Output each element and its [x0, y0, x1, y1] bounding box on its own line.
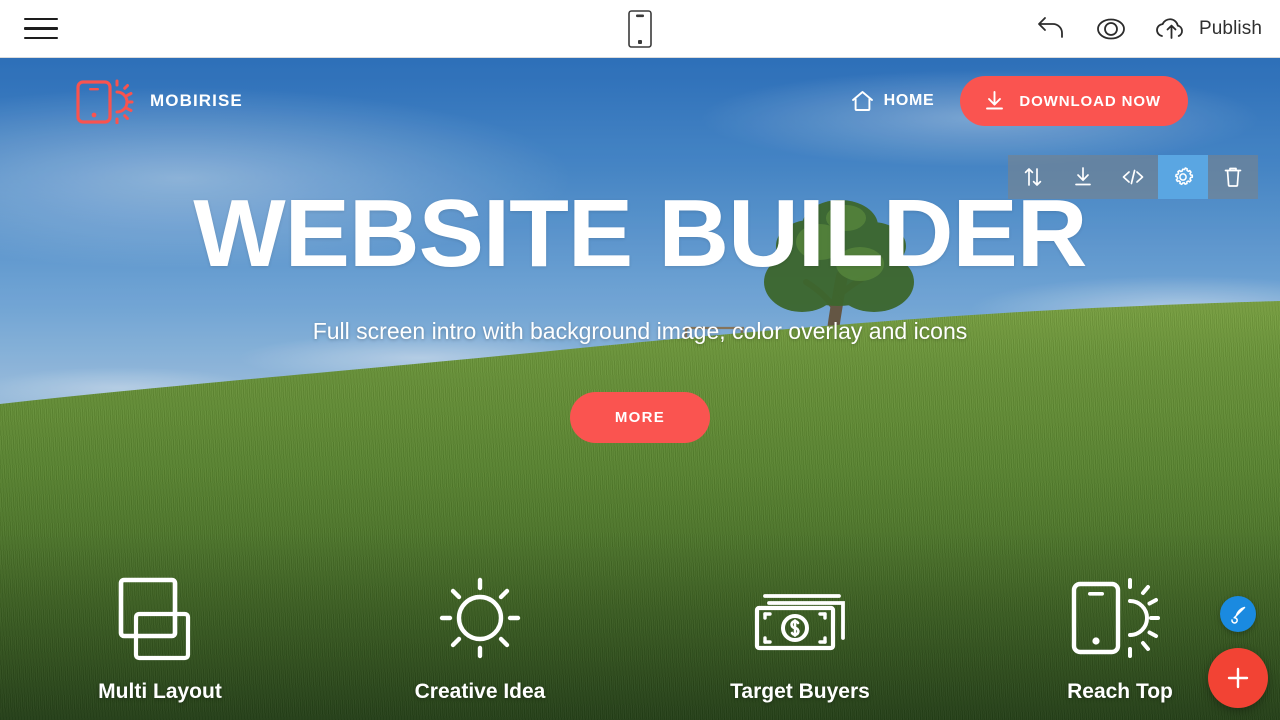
block-settings-button[interactable] [1158, 155, 1208, 199]
delete-block-button[interactable] [1208, 155, 1258, 199]
feature-list: Multi Layout Creative Idea Target Buyers… [0, 570, 1280, 704]
publish-label: Publish [1198, 18, 1262, 39]
hamburger-line [24, 17, 58, 21]
mobile-device-icon[interactable] [617, 6, 663, 52]
mobirise-phone-sun-icon [76, 79, 134, 124]
preview-button[interactable] [1092, 15, 1130, 43]
feature-multi-layout[interactable]: Multi Layout [0, 570, 320, 704]
stacked-squares-icon [110, 570, 210, 666]
feature-label: Creative Idea [414, 680, 546, 703]
up-down-arrows-icon [1024, 168, 1042, 186]
download-arrow-icon [986, 91, 1004, 110]
site-nav-links: HOME DOWNLOAD NOW [850, 76, 1188, 126]
style-editor-fab[interactable] [1220, 596, 1256, 632]
block-toolbar [1008, 155, 1258, 199]
edit-code-button[interactable] [1108, 155, 1158, 199]
download-now-button[interactable]: DOWNLOAD NOW [960, 76, 1188, 126]
hamburger-menu-icon[interactable] [12, 0, 70, 58]
feature-label: Target Buyers [730, 680, 870, 703]
undo-button[interactable] [1034, 15, 1068, 43]
money-stack-dollar-icon [747, 570, 853, 666]
undo-arrow-icon [1038, 17, 1063, 38]
site-preview-canvas[interactable]: MOBIRISE HOME DOWNLOAD NOW WEBSITE BUILD… [0, 58, 1280, 720]
feature-label: Reach Top [1067, 680, 1173, 703]
add-block-fab[interactable] [1208, 648, 1268, 708]
editor-actions: Publish [1034, 0, 1262, 58]
download-block-button[interactable] [1058, 155, 1108, 199]
phone-sun-icon [1064, 570, 1176, 666]
plus-icon [1227, 667, 1249, 689]
download-icon [1075, 167, 1091, 186]
more-button[interactable]: MORE [569, 392, 711, 443]
move-block-button[interactable] [1008, 155, 1058, 199]
hamburger-line [24, 36, 58, 40]
eye-icon [1097, 18, 1125, 40]
site-navbar: MOBIRISE HOME DOWNLOAD NOW [0, 58, 1280, 144]
home-icon [851, 91, 873, 111]
publish-button[interactable]: Publish [1154, 15, 1262, 43]
sun-icon [432, 570, 528, 666]
download-now-label: DOWNLOAD NOW [1019, 92, 1161, 110]
hero-subtitle: Full screen intro with background image,… [312, 318, 968, 344]
feature-label: Multi Layout [98, 680, 222, 703]
nav-item-home[interactable]: HOME [850, 89, 935, 113]
hero-title: WEBSITE BUILDER [193, 180, 1087, 287]
nav-home-label: HOME [883, 92, 935, 109]
brand-name: MOBIRISE [150, 91, 243, 110]
feature-target-buyers[interactable]: Target Buyers [640, 570, 960, 704]
feature-creative-idea[interactable]: Creative Idea [320, 570, 640, 704]
editor-toolbar: Publish [0, 0, 1280, 58]
cloud-upload-icon [1156, 18, 1183, 39]
trash-icon [1224, 167, 1242, 187]
brand-logo[interactable]: MOBIRISE [74, 78, 243, 124]
code-brackets-icon [1122, 169, 1144, 185]
gear-icon [1175, 167, 1194, 186]
hamburger-line [24, 27, 58, 30]
paint-brush-icon [1231, 606, 1246, 624]
